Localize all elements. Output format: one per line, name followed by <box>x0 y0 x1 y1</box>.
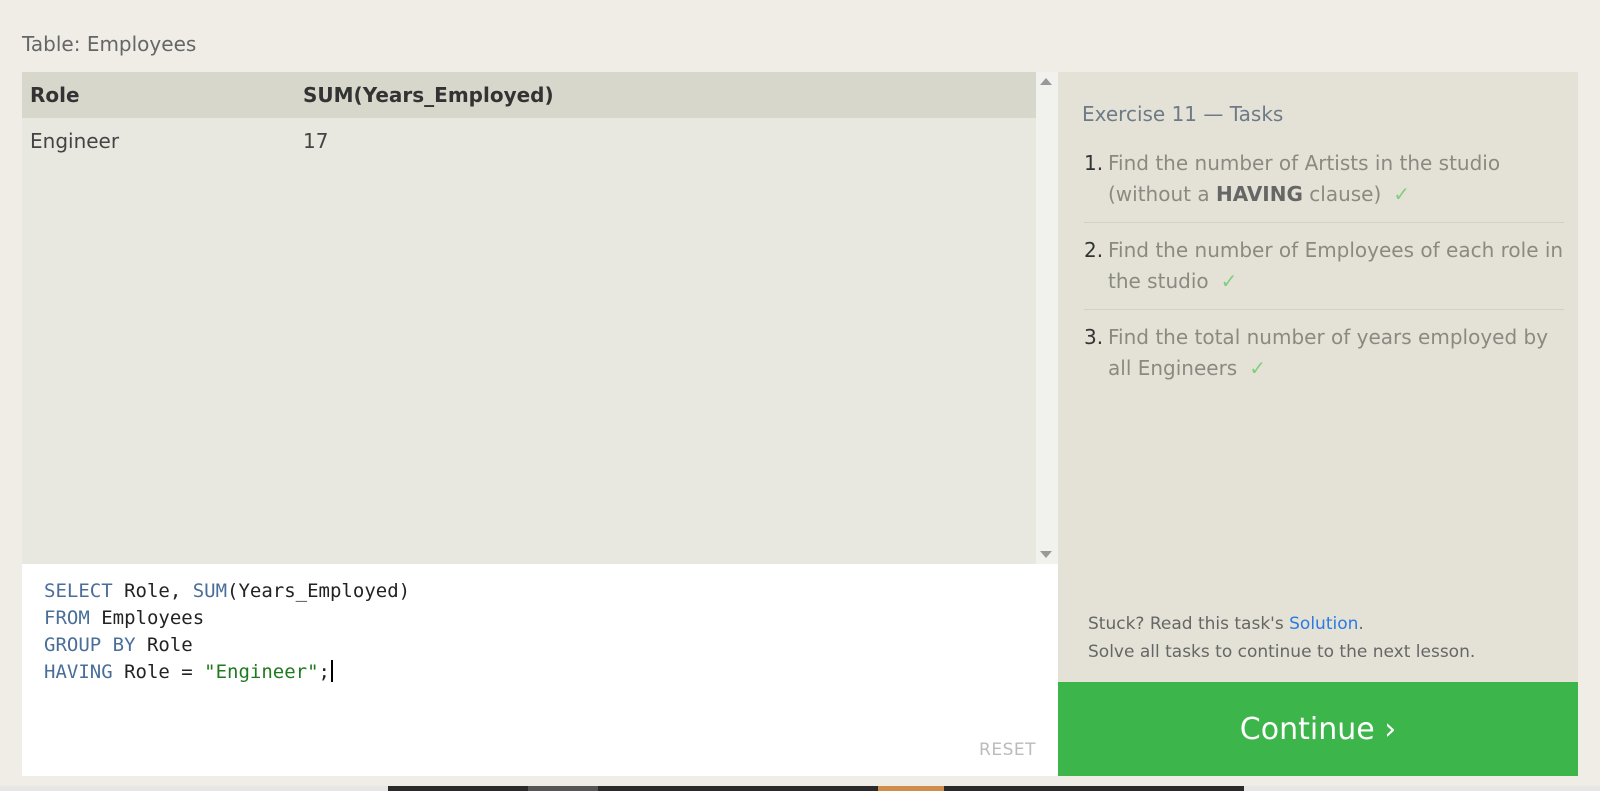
task-text: Find the number of Artists in the studio… <box>1108 148 1564 210</box>
solve-all-text: Solve all tasks to continue to the next … <box>1088 642 1476 662</box>
continue-button[interactable]: Continue › <box>1058 682 1578 776</box>
tasks-panel: Exercise 11 — Tasks 1. Find the number o… <box>1058 72 1578 682</box>
keyword-from: FROM <box>44 607 90 629</box>
task-item: 2. Find the number of Employees of each … <box>1084 235 1564 310</box>
scroll-up-arrow-icon[interactable] <box>1040 78 1052 85</box>
code-text: Role = <box>112 661 205 683</box>
code-text: ; <box>318 661 330 683</box>
code-text: Role <box>135 634 193 656</box>
task-number: 1. <box>1084 151 1104 175</box>
code-line-4: HAVING Role = "Engineer"; <box>44 660 333 683</box>
code-string: "Engineer" <box>204 661 319 683</box>
sql-code[interactable]: SELECT Role, SUM(Years_Employed) FROM Em… <box>44 578 410 686</box>
sql-editor[interactable]: SELECT Role, SUM(Years_Employed) FROM Em… <box>22 564 1058 776</box>
checkmark-icon: ✓ <box>1393 182 1411 206</box>
task-text-bold: HAVING <box>1215 182 1303 206</box>
keyword-group-by: GROUP BY <box>44 634 136 656</box>
scroll-down-arrow-icon[interactable] <box>1040 551 1052 558</box>
stuck-line: Stuck? Read this task's Solution. <box>1088 610 1475 638</box>
reset-button[interactable]: RESET <box>979 740 1036 760</box>
results-table: Role SUM(Years_Employed) Engineer 17 <box>22 72 1036 564</box>
task-number: 2. <box>1084 238 1104 262</box>
keyword-select: SELECT <box>44 580 113 602</box>
task-item: 3. Find the total number of years employ… <box>1084 322 1564 396</box>
text-cursor <box>331 660 333 682</box>
taskbar-segment <box>878 786 944 791</box>
code-line-2: FROM Employees <box>44 607 204 629</box>
task-text-part: Find the number of Employees of each rol… <box>1108 238 1564 293</box>
taskbar-segment <box>944 786 1244 791</box>
stuck-prefix: Stuck? Read this task's <box>1088 614 1290 634</box>
taskbar-segment <box>598 786 878 791</box>
results-header-row: Role SUM(Years_Employed) <box>22 72 1036 118</box>
help-text: Stuck? Read this task's Solution. Solve … <box>1088 610 1475 666</box>
cell-sum: 17 <box>303 129 329 153</box>
code-text: (Years_Employed) <box>227 580 411 602</box>
taskbar-segment <box>528 786 598 791</box>
solution-link[interactable]: Solution <box>1289 614 1358 634</box>
checkmark-icon: ✓ <box>1249 356 1266 380</box>
task-text-part: clause) <box>1302 182 1382 206</box>
task-text-part: Find the total number of years employed … <box>1108 325 1549 380</box>
code-line-1: SELECT Role, SUM(Years_Employed) <box>44 580 410 602</box>
keyword-sum: SUM <box>192 580 228 602</box>
column-header-role: Role <box>30 83 80 107</box>
taskbar-segment <box>388 786 528 791</box>
code-text: Role, <box>112 580 193 602</box>
task-text: Find the number of Employees of each rol… <box>1108 235 1564 297</box>
table-caption: Table: Employees <box>22 32 197 56</box>
tasks-title: Exercise 11 — Tasks <box>1082 102 1284 126</box>
task-text: Find the total number of years employed … <box>1108 322 1564 384</box>
code-text: Employees <box>89 607 205 629</box>
code-line-3: GROUP BY Role <box>44 634 193 656</box>
stuck-suffix: . <box>1358 614 1364 634</box>
task-list: 1. Find the number of Artists in the stu… <box>1084 148 1564 408</box>
task-number: 3. <box>1084 325 1104 349</box>
column-header-sum: SUM(Years_Employed) <box>303 83 554 107</box>
keyword-having: HAVING <box>44 661 113 683</box>
cell-role: Engineer <box>30 129 120 153</box>
task-item: 1. Find the number of Artists in the stu… <box>1084 148 1564 223</box>
taskbar-strip <box>0 786 1600 791</box>
table-row: Engineer 17 <box>22 118 1036 164</box>
results-scrollbar[interactable] <box>1036 72 1058 564</box>
checkmark-icon: ✓ <box>1220 269 1238 293</box>
